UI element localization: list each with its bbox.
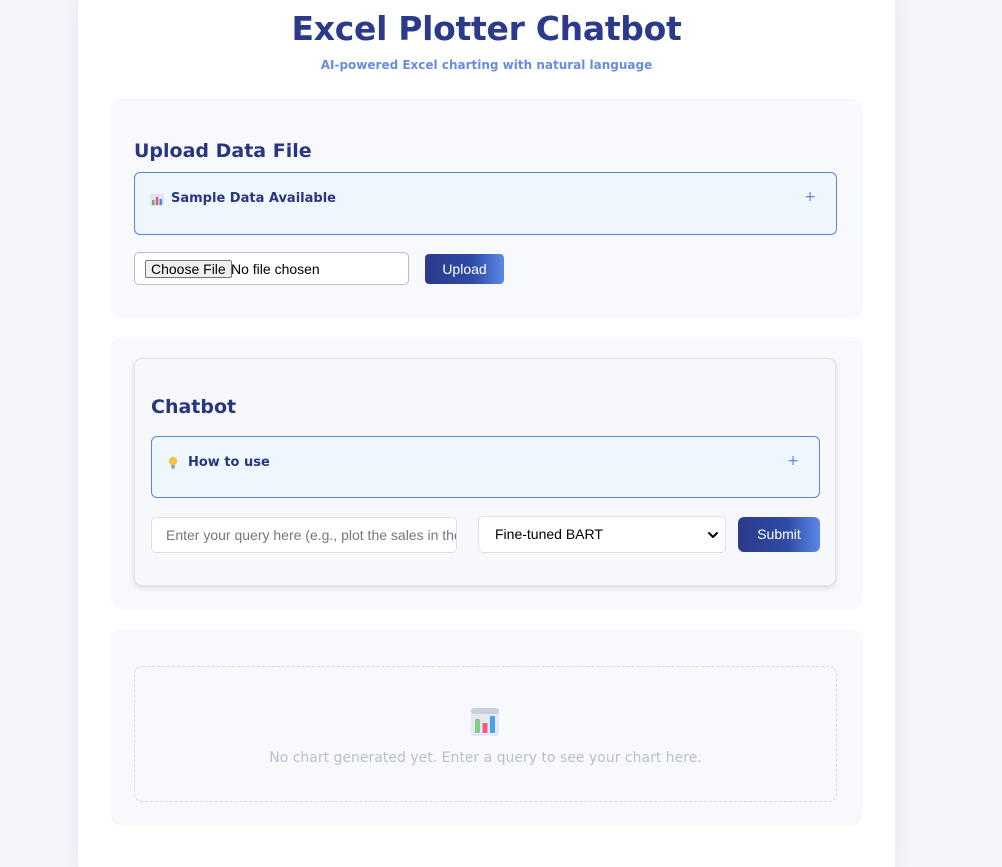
- chart-section: No chart generated yet. Enter a query to…: [110, 629, 863, 826]
- page-subtitle: AI-powered Excel charting with natural l…: [320, 58, 653, 72]
- chart-placeholder: No chart generated yet. Enter a query to…: [134, 666, 837, 802]
- file-status: No file chosen: [231, 261, 320, 277]
- page-title: Excel Plotter Chatbot: [291, 9, 682, 48]
- query-input[interactable]: Enter your query here (e.g., plot the sa…: [151, 517, 457, 553]
- file-input[interactable]: Choose File No file chosen: [134, 252, 409, 285]
- bar-chart-icon: [471, 708, 499, 736]
- sample-data-accordion[interactable]: Sample Data Available +: [134, 172, 837, 235]
- model-selected-value: Fine-tuned BART: [495, 526, 603, 542]
- lightbulb-icon: [168, 456, 178, 469]
- chevron-down-icon: [708, 532, 718, 538]
- how-to-use-accordion[interactable]: How to use +: [151, 436, 820, 498]
- chatbot-section: Chatbot How to use + Enter your query he…: [110, 337, 863, 609]
- how-to-use-label: How to use: [188, 455, 270, 470]
- expand-icon[interactable]: +: [787, 453, 799, 469]
- expand-icon[interactable]: +: [804, 189, 816, 205]
- upload-button[interactable]: Upload: [425, 254, 504, 284]
- chatbot-heading: Chatbot: [151, 396, 237, 418]
- query-placeholder: Enter your query here (e.g., plot the sa…: [166, 527, 457, 543]
- empty-chart-message: No chart generated yet. Enter a query to…: [269, 750, 702, 766]
- chatbot-card: Chatbot How to use + Enter your query he…: [134, 358, 836, 586]
- bar-chart-icon: [150, 194, 164, 206]
- upload-section: Upload Data File Sample Data Available +…: [110, 99, 863, 318]
- submit-button[interactable]: Submit: [738, 517, 820, 552]
- main-container: Excel Plotter Chatbot AI-powered Excel c…: [78, 0, 895, 867]
- choose-file-button[interactable]: Choose File: [145, 260, 232, 278]
- upload-heading: Upload Data File: [134, 140, 312, 162]
- model-select[interactable]: Fine-tuned BART: [478, 516, 726, 553]
- sample-data-label: Sample Data Available: [171, 191, 336, 206]
